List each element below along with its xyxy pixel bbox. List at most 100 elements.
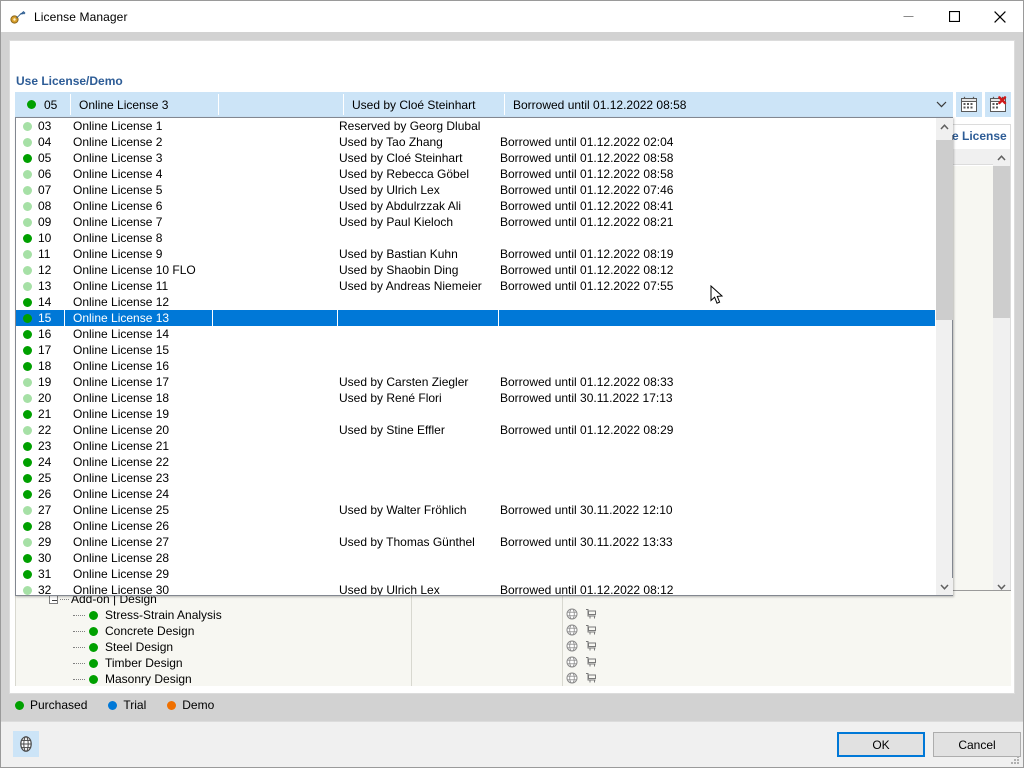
- globe-icon[interactable]: [566, 608, 578, 623]
- row-license-name: Online License 6: [73, 199, 163, 213]
- globe-icon[interactable]: [13, 731, 39, 757]
- dropdown-row[interactable]: 27 Online License 25 Used by Walter Fröhli…: [16, 502, 935, 518]
- column-separator: [498, 518, 499, 534]
- group-label: Use License/Demo: [16, 74, 123, 88]
- row-number: 15: [38, 311, 52, 325]
- dropdown-row[interactable]: 14 Online License 12: [16, 294, 935, 310]
- status-dot-cell: [16, 425, 38, 435]
- column-separator: [337, 406, 338, 422]
- ok-button[interactable]: OK: [837, 732, 925, 757]
- row-borrowed: Borrowed until 01.12.2022 08:19: [500, 247, 674, 261]
- row-license-name: Online License 11: [73, 279, 169, 293]
- column-separator: [337, 326, 338, 342]
- dropdown-row[interactable]: 03 Online License 1 Reserved by Georg Dlub…: [16, 118, 935, 134]
- license-dropdown-list[interactable]: 03 Online License 1 Reserved by Georg Dlub…: [15, 117, 953, 596]
- status-dot-purchased: [22, 329, 32, 339]
- dropdown-rows[interactable]: 03 Online License 1 Reserved by Georg Dlub…: [16, 118, 935, 595]
- dropdown-row[interactable]: 28 Online License 26: [16, 518, 935, 534]
- dropdown-row[interactable]: 26 Online License 24: [16, 486, 935, 502]
- dropdown-row[interactable]: 21 Online License 19: [16, 406, 935, 422]
- dropdown-row[interactable]: 15 Online License 13: [16, 310, 935, 326]
- cart-icon[interactable]: [585, 672, 597, 687]
- column-separator: [212, 118, 213, 134]
- status-dot-in-use: [22, 185, 32, 195]
- cart-icon[interactable]: [585, 608, 597, 623]
- dropdown-row[interactable]: 22 Online License 20 Used by Stine Effler B…: [16, 422, 935, 438]
- dropdown-row[interactable]: 24 Online License 22: [16, 454, 935, 470]
- cart-icon[interactable]: [585, 640, 597, 655]
- dropdown-row[interactable]: 08 Online License 6 Used by Abdulrzzak Ali…: [16, 198, 935, 214]
- status-dot-in-use: [22, 585, 32, 595]
- tree-item-row[interactable]: Steel Design: [15, 639, 1011, 655]
- detail-scroll-thumb[interactable]: [993, 166, 1010, 318]
- dropdown-row[interactable]: 17 Online License 15: [16, 342, 935, 358]
- tree-item-row[interactable]: Concrete Design: [15, 623, 1011, 639]
- status-dot-purchased: [89, 610, 98, 620]
- tree-item-row[interactable]: Stress-Strain Analysis: [15, 607, 1011, 623]
- row-user: Used by Bastian Kuhn: [339, 247, 458, 261]
- calendar-icon[interactable]: [956, 92, 982, 117]
- row-borrowed: Borrowed until 01.12.2022 08:58: [500, 167, 674, 181]
- tree-item-row[interactable]: Timber Design: [15, 655, 1011, 671]
- dropdown-row[interactable]: 13 Online License 11 Used by Andreas Nieme…: [16, 278, 935, 294]
- column-separator: [498, 358, 499, 374]
- row-borrowed: Borrowed until 01.12.2022 08:41: [500, 199, 674, 213]
- dropdown-row[interactable]: 04 Online License 2 Used by Tao Zhang Borro…: [16, 134, 935, 150]
- tree-item-label: Steel Design: [105, 640, 174, 654]
- dropdown-row[interactable]: 19 Online License 17 Used by Carsten Ziegl…: [16, 374, 935, 390]
- tree-item-row[interactable]: Masonry Design: [15, 671, 1011, 686]
- column-separator: [498, 294, 499, 310]
- dropdown-row[interactable]: 32 Online License 30 Used by Ulrich Lex Bor…: [16, 582, 935, 595]
- maximize-icon[interactable]: [931, 1, 977, 32]
- status-dot-purchased: [22, 553, 32, 563]
- globe-icon[interactable]: [566, 624, 578, 639]
- close-icon[interactable]: [977, 1, 1023, 32]
- license-combobox[interactable]: 05 Online License 3 Used by Cloé Steinha…: [15, 92, 953, 117]
- dropdown-row[interactable]: 07 Online License 5 Used by Ulrich Lex Borr…: [16, 182, 935, 198]
- column-separator: [212, 422, 213, 438]
- dropdown-row[interactable]: 06 Online License 4 Used by Rebecca Göbel B…: [16, 166, 935, 182]
- status-dot-cell: [16, 457, 38, 467]
- row-license-name: Online License 15: [73, 343, 170, 357]
- row-license-name: Online License 26: [73, 519, 170, 533]
- dropdown-row[interactable]: 12 Online License 10 FLO Used by Shaobin D…: [16, 262, 935, 278]
- chevron-down-icon[interactable]: [929, 101, 953, 108]
- dropdown-row[interactable]: 23 Online License 21: [16, 438, 935, 454]
- cart-icon[interactable]: [585, 656, 597, 671]
- dropdown-row[interactable]: 25 Online License 23: [16, 470, 935, 486]
- dropdown-row[interactable]: 30 Online License 28: [16, 550, 935, 566]
- dropdown-row[interactable]: 16 Online License 14: [16, 326, 935, 342]
- detail-panel-scrollbar[interactable]: [993, 149, 1010, 595]
- status-dot-purchased: [22, 441, 32, 451]
- row-borrowed: Borrowed until 01.12.2022 07:46: [500, 183, 674, 197]
- globe-icon[interactable]: [566, 640, 578, 655]
- minimize-icon[interactable]: [885, 1, 931, 32]
- dropdown-scroll-up-arrow[interactable]: [936, 118, 953, 135]
- dropdown-row[interactable]: 31 Online License 29: [16, 566, 935, 582]
- dropdown-row[interactable]: 20 Online License 18 Used by René Flori Bor…: [16, 390, 935, 406]
- dropdown-scrollbar[interactable]: [935, 118, 953, 595]
- row-user: Used by Cloé Steinhart: [339, 151, 463, 165]
- row-license-name: Online License 12: [73, 295, 170, 309]
- dropdown-row[interactable]: 10 Online License 8: [16, 230, 935, 246]
- calendar-remove-icon[interactable]: [985, 92, 1011, 117]
- legend-item: Trial: [108, 698, 146, 712]
- dropdown-row[interactable]: 09 Online License 7 Used by Paul Kieloch Bo…: [16, 214, 935, 230]
- column-separator: [212, 566, 213, 582]
- row-license-name: Online License 18: [73, 391, 170, 405]
- status-dot-cell: [16, 473, 38, 483]
- dropdown-scroll-thumb[interactable]: [936, 140, 953, 320]
- globe-icon[interactable]: [566, 672, 578, 687]
- dropdown-row[interactable]: 05 Online License 3 Used by Cloé Steinhart…: [16, 150, 935, 166]
- resize-grip[interactable]: [1008, 753, 1020, 765]
- row-license-name: Online License 24: [73, 487, 170, 501]
- globe-icon[interactable]: [566, 656, 578, 671]
- dropdown-row[interactable]: 29 Online License 27 Used by Thomas Günthe…: [16, 534, 935, 550]
- dropdown-row[interactable]: 18 Online License 16: [16, 358, 935, 374]
- dropdown-scroll-down-arrow[interactable]: [936, 578, 953, 595]
- cart-icon[interactable]: [585, 624, 597, 639]
- column-separator: [212, 310, 213, 326]
- dropdown-row[interactable]: 11 Online License 9 Used by Bastian Kuhn Bo…: [16, 246, 935, 262]
- detail-scroll-up-arrow[interactable]: [993, 149, 1010, 166]
- column-separator: [212, 582, 213, 595]
